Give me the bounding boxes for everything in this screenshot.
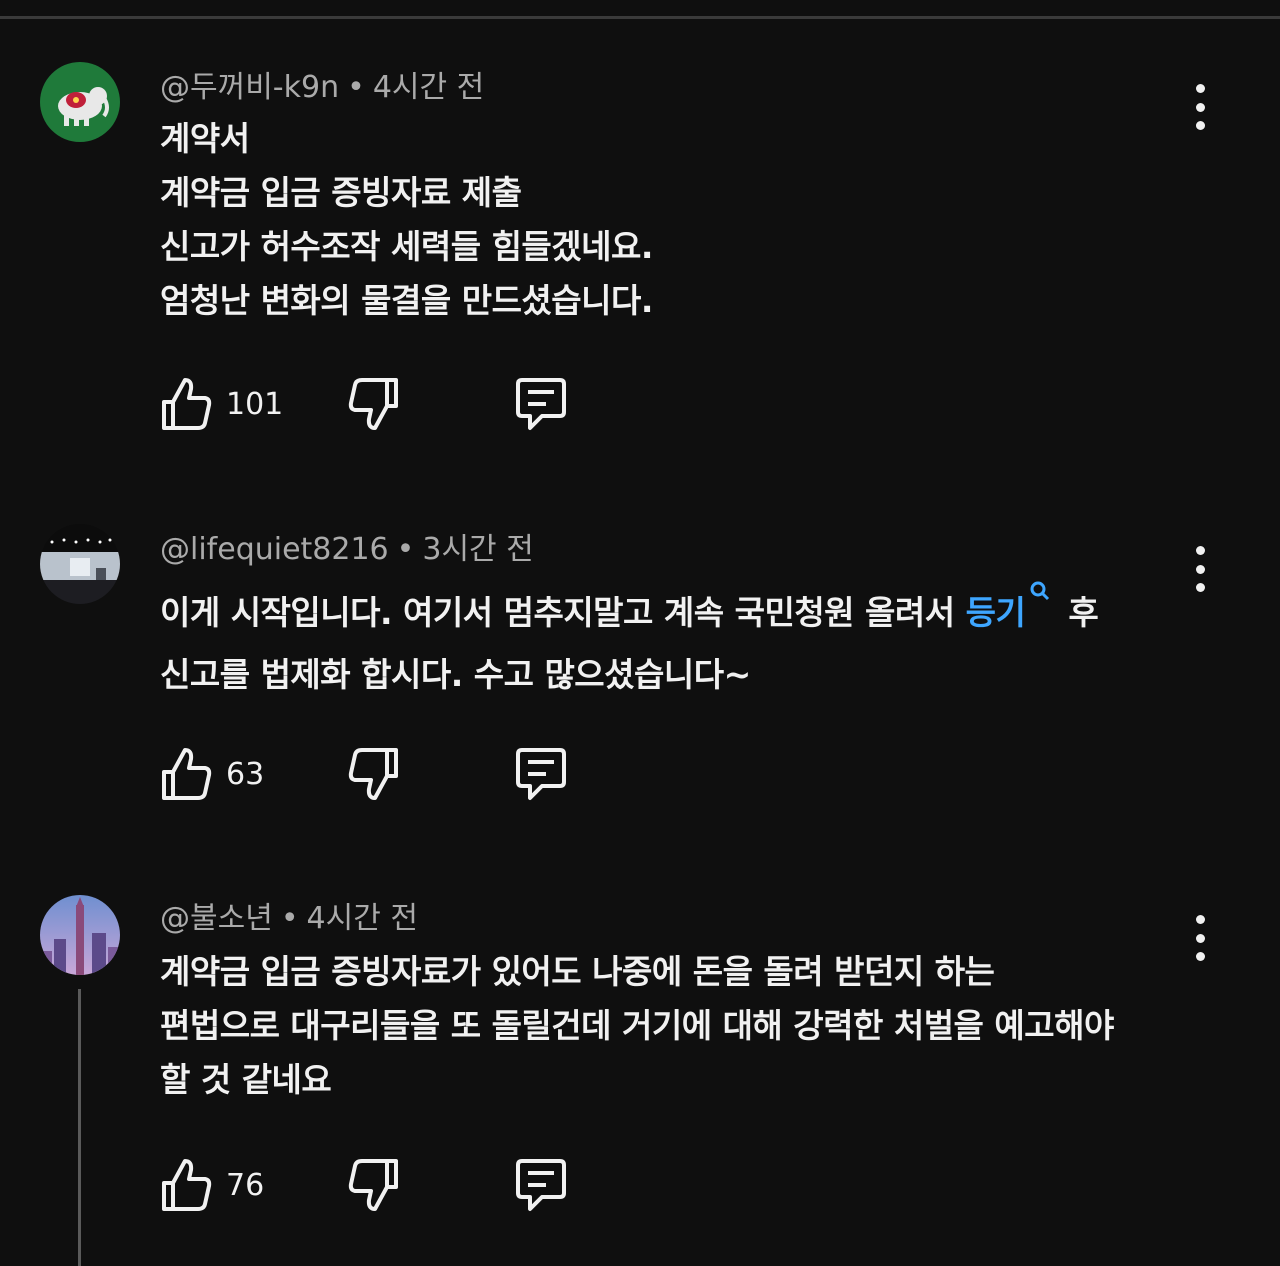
like-button[interactable]: 63 xyxy=(160,746,264,802)
dislike-button[interactable] xyxy=(348,1157,400,1213)
separator-dot: • xyxy=(396,532,415,567)
comment-time[interactable]: 4시간 전 xyxy=(373,70,484,105)
like-count: 63 xyxy=(226,756,265,792)
reply-button[interactable] xyxy=(512,746,570,802)
comment-line: 계약금 입금 증빙자료가 있어도 나중에 돈을 돌려 받던지 하는 xyxy=(160,952,995,991)
comment-line: 편법으로 대구리들을 또 돌릴건데 거기에 대해 강력한 처벌을 예고해야 xyxy=(160,1006,1114,1045)
comment-actions: 101 xyxy=(160,376,620,436)
avatar[interactable] xyxy=(40,895,120,975)
comment-text-part: 이게 시작입니다. 여기서 멈추지말고 계속 국민청원 올려서 xyxy=(160,593,966,632)
comment-header: @두꺼비-k9n • 4시간 전 xyxy=(160,66,484,110)
search-icon[interactable] xyxy=(1029,580,1051,604)
thumbs-up-icon xyxy=(162,748,212,800)
comment-time[interactable]: 4시간 전 xyxy=(307,901,418,936)
thumbs-down-icon xyxy=(348,748,398,800)
comment-header: @lifequiet8216 • 3시간 전 xyxy=(160,528,534,572)
reply-icon xyxy=(516,1159,566,1211)
author-name[interactable]: @불소년 xyxy=(160,901,273,936)
reply-icon xyxy=(516,748,566,800)
like-count: 76 xyxy=(226,1167,265,1203)
comment-line: 신고를 법제화 합시다. 수고 많으셨습니다~ xyxy=(160,655,751,694)
comment-line: 신고가 허수조작 세력들 힘들겠네요. xyxy=(160,227,653,266)
comment-actions: 76 xyxy=(160,1157,620,1217)
comment-text: 이게 시작입니다. 여기서 멈추지말고 계속 국민청원 올려서 등기 후 신고를… xyxy=(160,580,1200,706)
search-link[interactable]: 등기 xyxy=(966,593,1026,632)
comment-text: 계약금 입금 증빙자료가 있어도 나중에 돈을 돌려 받던지 하는 편법으로 대… xyxy=(160,945,1200,1107)
separator-dot: • xyxy=(280,901,299,936)
comment-time[interactable]: 3시간 전 xyxy=(422,532,533,567)
reply-button[interactable] xyxy=(512,376,570,432)
thumbs-up-icon xyxy=(162,378,212,430)
author-name[interactable]: @두꺼비-k9n xyxy=(160,70,339,105)
comment-line: 할 것 같네요 xyxy=(160,1060,332,1099)
like-button[interactable]: 76 xyxy=(160,1157,264,1213)
thread-line xyxy=(78,989,81,1266)
like-count: 101 xyxy=(226,386,284,422)
thumbs-down-icon xyxy=(348,378,398,430)
comment-line: 이게 시작입니다. 여기서 멈추지말고 계속 국민청원 올려서 등기 후 xyxy=(160,580,1200,644)
elephant-avatar-icon xyxy=(40,62,120,142)
dislike-button[interactable] xyxy=(348,376,400,432)
comment-line: 계약서 xyxy=(160,119,250,158)
reply-button[interactable] xyxy=(512,1157,570,1213)
avatar[interactable] xyxy=(40,524,120,604)
top-divider xyxy=(0,16,1280,19)
author-name[interactable]: @lifequiet8216 xyxy=(160,532,389,567)
avatar[interactable] xyxy=(40,62,120,142)
comment-text: 계약서 계약금 입금 증빙자료 제출 신고가 허수조작 세력들 힘들겠네요. 엄… xyxy=(160,112,1200,328)
comment-actions: 63 xyxy=(160,746,620,806)
dislike-button[interactable] xyxy=(348,746,400,802)
separator-dot: • xyxy=(347,70,365,105)
stage-photo-avatar-icon xyxy=(40,524,120,604)
thumbs-down-icon xyxy=(348,1159,398,1211)
like-button[interactable]: 101 xyxy=(160,376,283,432)
city-tower-avatar-icon xyxy=(40,895,120,975)
thumbs-up-icon xyxy=(162,1159,212,1211)
reply-icon xyxy=(516,378,566,430)
comment-header: @불소년 • 4시간 전 xyxy=(160,897,418,941)
comment-line: 계약금 입금 증빙자료 제출 xyxy=(160,173,522,212)
comment-text-part: 후 xyxy=(1057,593,1099,632)
comment-line: 엄청난 변화의 물결을 만드셨습니다. xyxy=(160,281,653,320)
